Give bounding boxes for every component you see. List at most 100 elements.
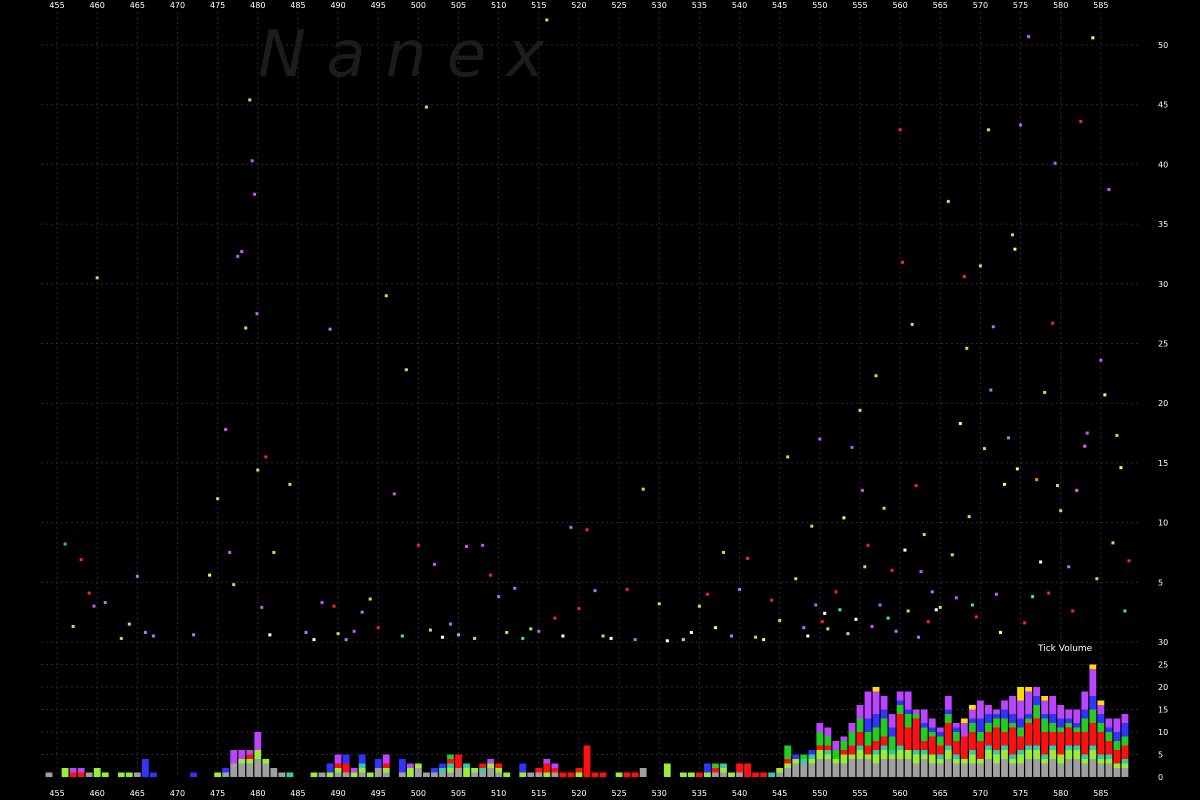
volume-bar-segment bbox=[551, 763, 559, 768]
volume-bar-segment bbox=[1041, 718, 1049, 732]
volume-bar-segment bbox=[1081, 759, 1089, 764]
x-tick-label-bottom: 515 bbox=[531, 789, 546, 798]
volume-bar-segment bbox=[374, 759, 382, 768]
volume-bar-segment bbox=[896, 745, 904, 750]
volume-bar-segment bbox=[1025, 750, 1033, 759]
scatter-point bbox=[950, 553, 954, 557]
scatter-point bbox=[95, 276, 99, 280]
volume-bar-segment bbox=[912, 750, 920, 755]
volume-bar-segment bbox=[1097, 723, 1105, 732]
volume-bar-segment bbox=[904, 714, 912, 728]
volume-bar-segment bbox=[784, 745, 792, 759]
chart-canvas: N a n e x 455 455 460 460 465 465 470 470 475 475… bbox=[0, 0, 1200, 800]
volume-bar-segment bbox=[1057, 727, 1065, 732]
scatter-point bbox=[224, 427, 228, 431]
volume-bar-segment bbox=[952, 759, 960, 764]
x-tick-label-top: 585 bbox=[1093, 1, 1108, 10]
volume-bar-segment bbox=[856, 750, 864, 759]
scatter-point bbox=[958, 421, 962, 425]
volume-bar-segment bbox=[1121, 714, 1129, 723]
scatter-point bbox=[360, 610, 364, 614]
y-tick-label: 10 bbox=[1158, 519, 1168, 528]
scatter-point bbox=[860, 488, 864, 492]
volume-bar-segment bbox=[920, 754, 928, 759]
volume-bar-segment bbox=[615, 772, 623, 777]
x-tick-label-bottom: 585 bbox=[1093, 789, 1108, 798]
volume-bar-segment bbox=[543, 759, 551, 764]
volume-bar-segment bbox=[985, 705, 992, 714]
volume-y-tick-label: 0 bbox=[1158, 773, 1163, 782]
volume-bar-segment bbox=[222, 772, 230, 777]
volume-bar-segment bbox=[912, 709, 920, 714]
volume-bar-segment bbox=[776, 772, 784, 777]
volume-bar-segment bbox=[334, 772, 342, 777]
volume-bar-segment bbox=[977, 763, 984, 777]
scatter-point bbox=[465, 544, 469, 548]
volume-bar-segment bbox=[551, 772, 559, 777]
volume-bar-segment bbox=[936, 754, 944, 759]
volume-bar-segment bbox=[808, 763, 816, 777]
volume-bar-segment bbox=[133, 772, 141, 777]
x-tick-label-top: 525 bbox=[611, 1, 626, 10]
scatter-point bbox=[268, 633, 272, 637]
volume-bar-segment bbox=[872, 741, 880, 750]
x-tick-label-bottom: 460 bbox=[90, 789, 105, 798]
volume-bar-segment bbox=[985, 750, 992, 759]
volume-bar-segment bbox=[1081, 691, 1089, 710]
volume-bar-segment bbox=[872, 727, 880, 741]
scatter-point bbox=[253, 192, 257, 196]
volume-bar-segment bbox=[471, 772, 478, 777]
volume-bar-segment bbox=[1089, 750, 1097, 759]
volume-bar-segment bbox=[1025, 718, 1033, 723]
y-tick-label: 45 bbox=[1158, 101, 1168, 110]
volume-bar-segment bbox=[1001, 709, 1008, 719]
volume-bar-segment bbox=[358, 763, 366, 768]
volume-bar-segment bbox=[246, 750, 254, 755]
volume-bar-segment bbox=[872, 691, 880, 714]
volume-bar-segment bbox=[928, 754, 936, 764]
volume-bar-segment bbox=[960, 718, 968, 723]
volume-bar-segment bbox=[1113, 718, 1121, 732]
scatter-point bbox=[151, 634, 155, 638]
y-tick-label: 30 bbox=[1158, 638, 1168, 647]
scatter-point bbox=[934, 608, 938, 612]
y-tick-label: 25 bbox=[1158, 340, 1168, 349]
scatter-point bbox=[802, 626, 806, 630]
scatter-point bbox=[537, 629, 541, 633]
volume-bar-segment bbox=[848, 732, 856, 746]
volume-bar-segment bbox=[1105, 727, 1113, 732]
volume-bar-segment bbox=[1017, 718, 1024, 728]
scatter-point bbox=[545, 18, 549, 22]
volume-bar-segment bbox=[687, 772, 695, 777]
volume-bar-segment bbox=[888, 727, 896, 737]
scatter-point bbox=[914, 484, 918, 488]
volume-bar-segment bbox=[1049, 759, 1057, 777]
volume-bar-segment bbox=[125, 772, 133, 777]
scatter-point bbox=[513, 586, 517, 590]
volume-bar-segment bbox=[1073, 727, 1081, 732]
volume-bar-segment bbox=[439, 763, 446, 768]
volume-bar-segment bbox=[800, 759, 808, 764]
volume-bar-segment bbox=[406, 768, 414, 777]
volume-bar-segment bbox=[479, 768, 487, 773]
volume-bar-segment bbox=[246, 763, 254, 777]
volume-bar-segment bbox=[977, 741, 984, 759]
volume-bar-segment bbox=[1049, 745, 1057, 750]
volume-bar-segment bbox=[463, 763, 470, 768]
volume-bar-segment bbox=[752, 772, 760, 777]
volume-bar-segment bbox=[567, 772, 575, 777]
volume-bar-segment bbox=[246, 754, 254, 759]
volume-bar-segment bbox=[382, 768, 390, 773]
scatter-point bbox=[1053, 161, 1057, 165]
volume-bar-segment bbox=[1089, 664, 1097, 669]
volume-bar-segment bbox=[254, 759, 262, 777]
scatter-point bbox=[846, 632, 850, 636]
volume-bar-segment bbox=[904, 727, 912, 750]
volume-bar-segment bbox=[101, 772, 109, 777]
volume-bar-segment bbox=[414, 768, 422, 777]
volume-bar-segment bbox=[1025, 714, 1033, 719]
x-tick-label-top: 575 bbox=[1013, 1, 1028, 10]
volume-bar-segment bbox=[374, 768, 382, 777]
volume-bar-segment bbox=[888, 750, 896, 755]
scatter-point bbox=[228, 550, 232, 554]
